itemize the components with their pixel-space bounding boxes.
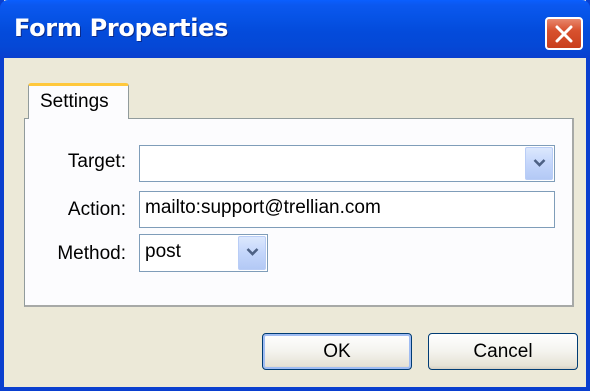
target-dropdown-button[interactable]: [525, 147, 553, 180]
tab-settings-label: Settings: [40, 91, 109, 112]
window-title: Form Properties: [14, 14, 229, 42]
target-label: Target:: [67, 151, 126, 172]
title-bar[interactable]: Form Properties: [0, 0, 590, 58]
method-dropdown-button[interactable]: [238, 236, 266, 270]
close-icon: [555, 25, 573, 43]
cancel-button[interactable]: Cancel: [428, 333, 578, 370]
chevron-down-icon: [533, 159, 546, 167]
tab-settings[interactable]: Settings: [28, 83, 129, 119]
chevron-down-icon: [246, 248, 259, 256]
action-label: Action:: [67, 199, 126, 220]
ok-button[interactable]: OK: [262, 333, 412, 370]
method-select[interactable]: post: [139, 234, 268, 272]
action-value: mailto:support@trellian.com: [145, 197, 381, 218]
target-dropdown[interactable]: [139, 145, 555, 182]
action-input[interactable]: mailto:support@trellian.com: [139, 191, 555, 228]
close-button[interactable]: [545, 17, 583, 50]
method-value: post: [145, 241, 181, 262]
method-label: Method:: [57, 243, 126, 264]
